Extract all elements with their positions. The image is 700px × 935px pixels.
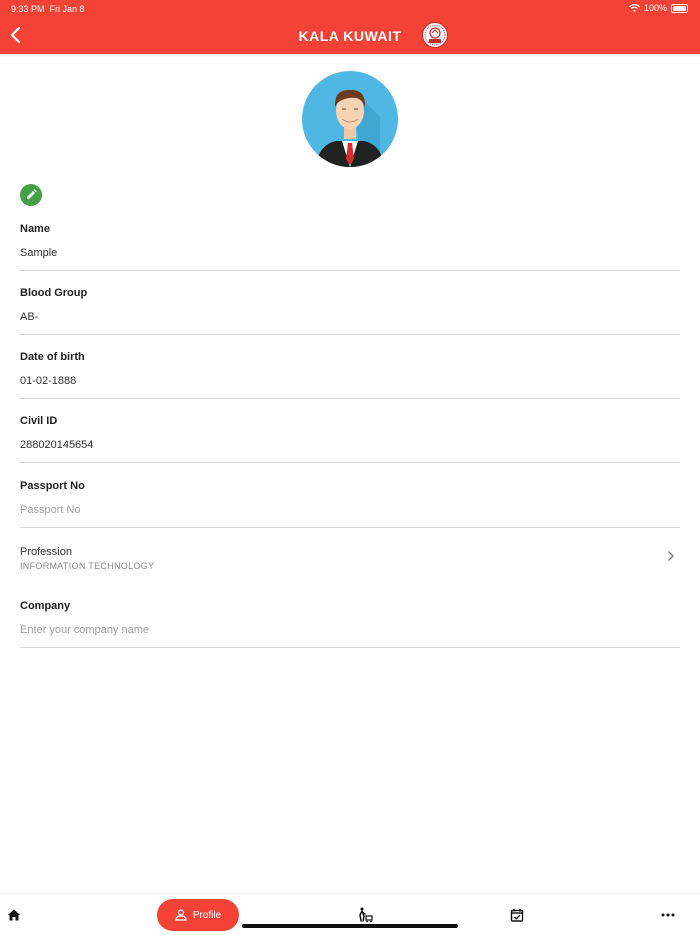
status-bar: 9:33 PM Fri Jan 8 100% [0,0,700,16]
avatar-illustration [302,71,398,167]
app-header: 9:33 PM Fri Jan 8 100% KALA KUWAIT [0,0,700,54]
name-label: Name [20,223,50,235]
blood-group-label: Blood Group [20,287,88,299]
name-value[interactable]: Sample [20,247,57,259]
date-of-birth-field[interactable]: Date of birth 01-02-1888 [20,351,680,399]
edit-profile-button[interactable] [20,184,42,206]
kala-kuwait-logo-icon [422,22,448,48]
profession-value: INFORMATION TECHNOLOGY [20,561,155,571]
battery-icon [671,3,688,13]
nav-home[interactable] [0,894,28,935]
wifi-icon [629,4,640,12]
company-input[interactable]: Enter your company name [20,624,149,636]
blood-group-value[interactable]: AB- [20,311,38,323]
civil-id-field[interactable]: Civil ID 288020145654 [20,415,680,463]
company-field[interactable]: Company Enter your company name [20,600,680,648]
avatar[interactable] [302,71,398,167]
name-field[interactable]: Name Sample [20,223,680,271]
chevron-right-icon [668,551,674,561]
more-dots-icon [661,913,675,916]
pencil-icon [27,189,37,199]
home-indicator [242,924,458,928]
nav-events[interactable] [504,894,530,935]
profession-label: Profession [20,546,72,558]
nav-activity[interactable] [352,894,378,935]
header-divider [0,54,700,57]
date-of-birth-value[interactable]: 01-02-1888 [20,375,76,387]
civil-id-label: Civil ID [20,415,58,427]
status-indicators: 100% [629,3,688,13]
nav-profile-label: Profile [192,909,222,921]
date-of-birth-label: Date of birth [20,351,85,363]
passport-no-field[interactable]: Passport No Passport No [20,480,680,528]
nav-more[interactable] [654,894,682,935]
home-icon [8,909,20,920]
company-label: Company [20,600,71,612]
page-title: KALA KUWAIT [298,28,402,44]
calendar-check-icon [510,908,524,922]
passport-no-input[interactable]: Passport No [20,504,81,516]
nav-profile[interactable]: Profile [157,899,239,931]
battery-percent: 100% [643,3,667,13]
passport-no-label: Passport No [20,480,85,492]
civil-id-value[interactable]: 288020145654 [20,439,93,451]
person-cart-icon [359,907,373,922]
person-icon [175,909,187,921]
bottom-navigation: Profile [0,893,700,935]
blood-group-field[interactable]: Blood Group AB- [20,287,680,335]
profession-selector[interactable]: Profession INFORMATION TECHNOLOGY [20,546,680,580]
status-time: 9:33 PM Fri Jan 8 [11,4,85,14]
